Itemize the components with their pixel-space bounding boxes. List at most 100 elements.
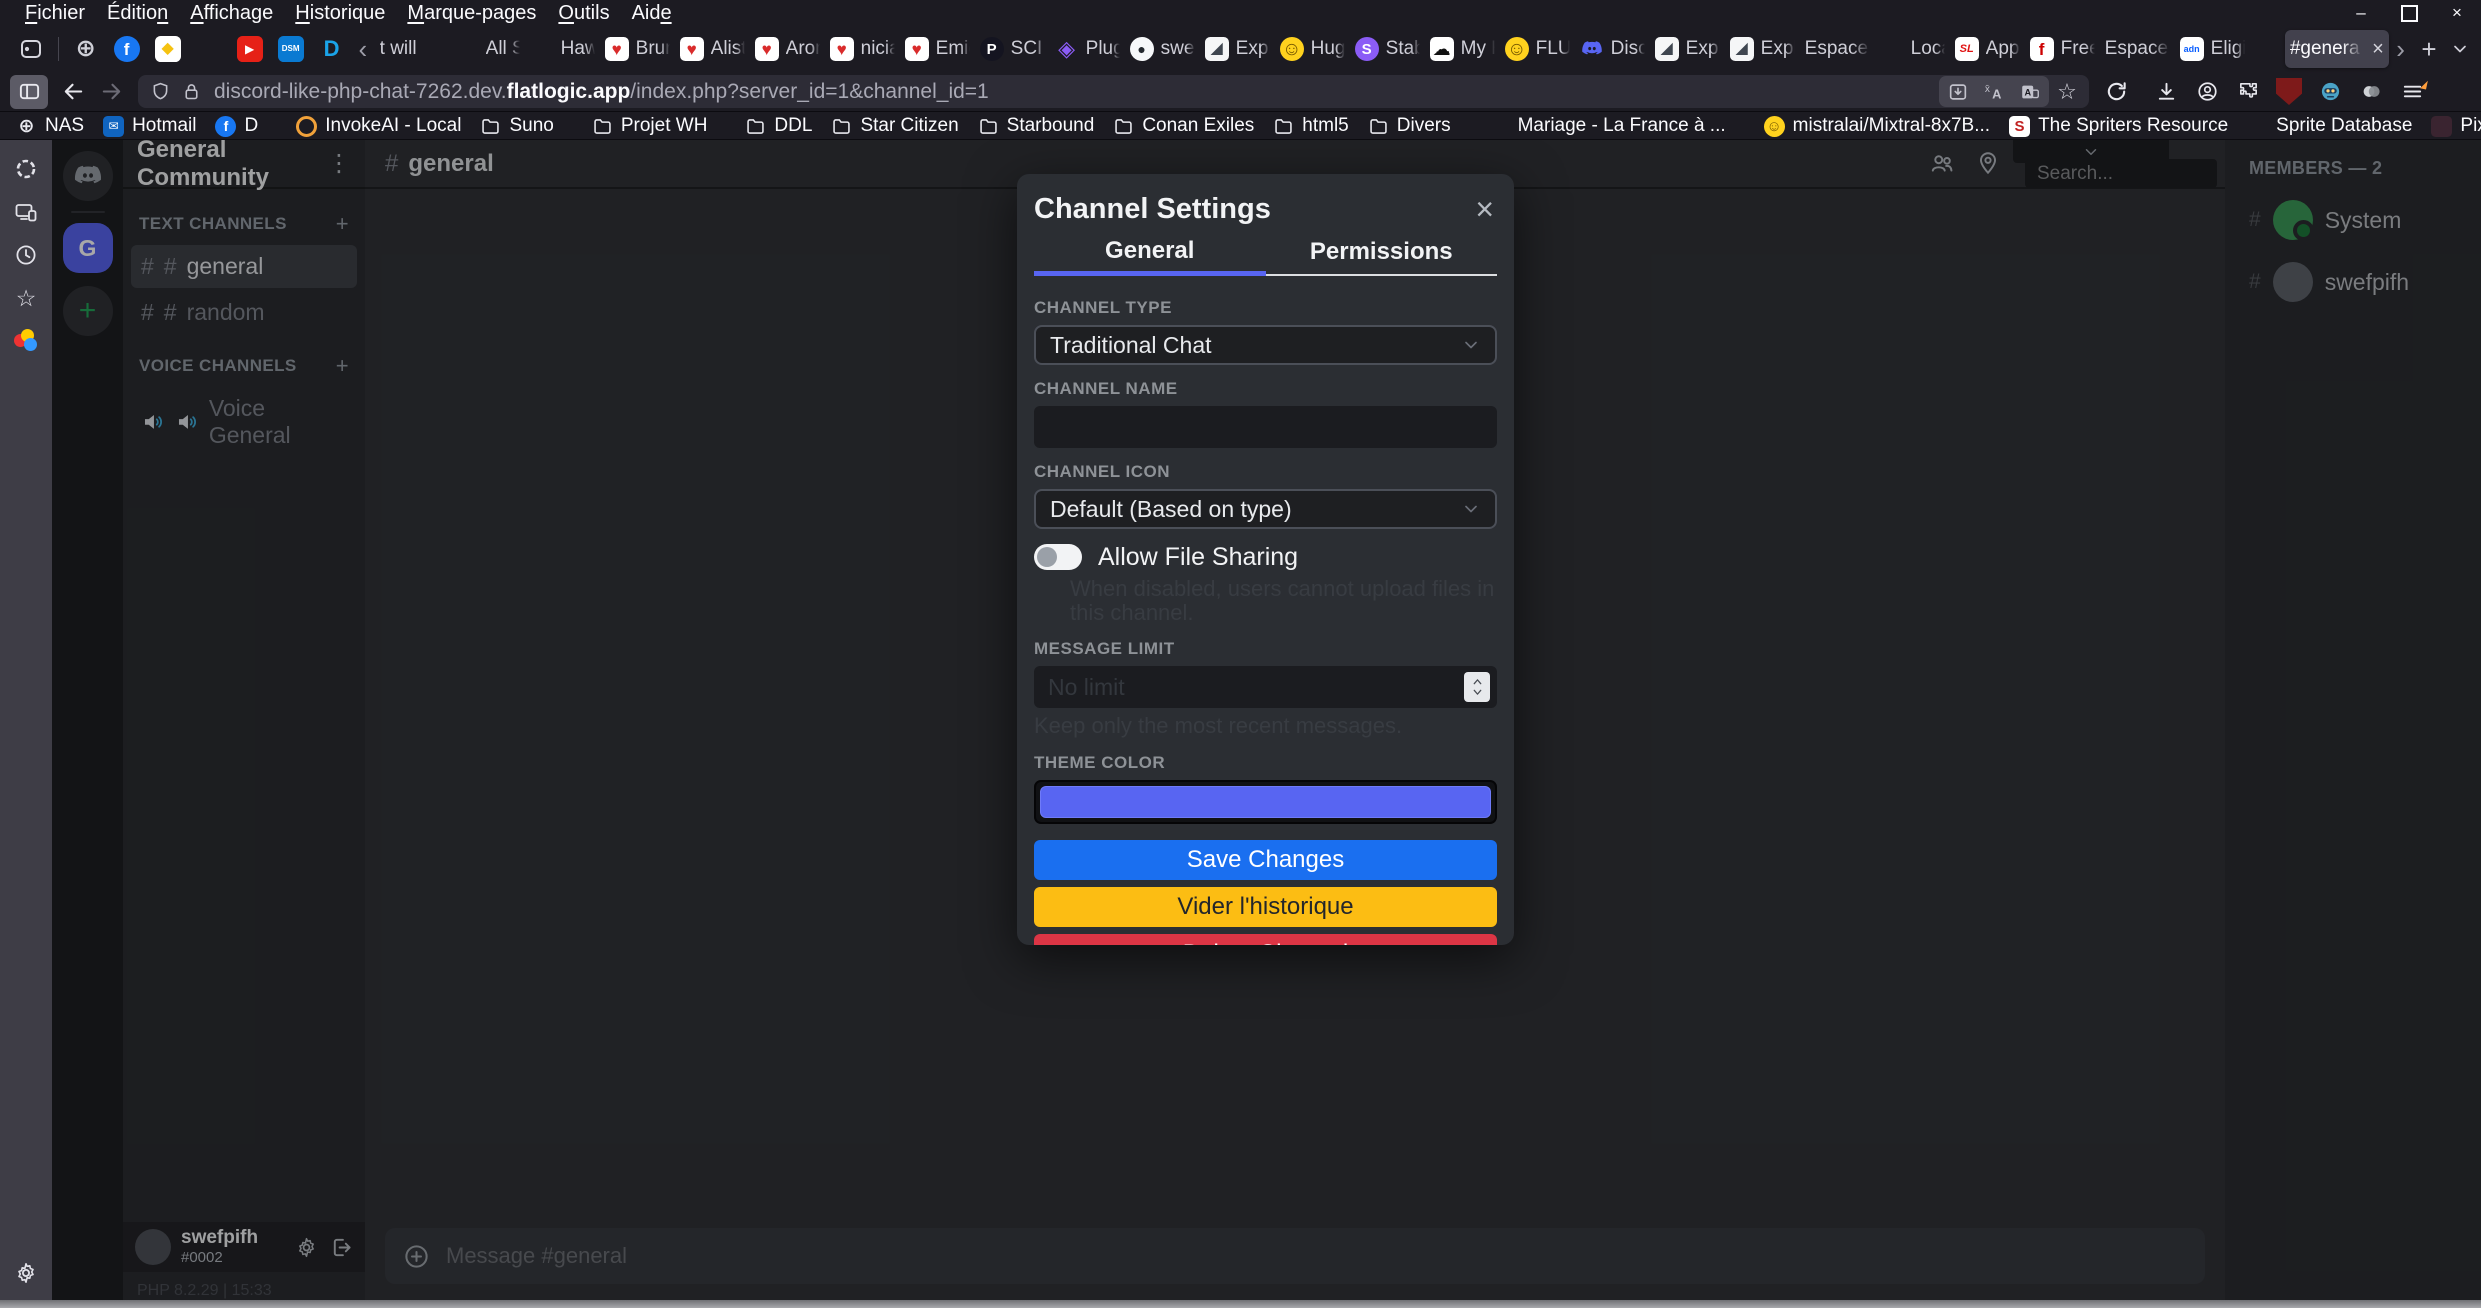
menu-item-dition[interactable]: Édition	[96, 2, 179, 25]
clear-history-button[interactable]: Vider l'historique	[1034, 887, 1497, 927]
bot-extension-icon[interactable]	[2311, 75, 2349, 109]
bookmark-item[interactable]: ☺mistralai/Mixtral-8x7B...	[1764, 115, 1990, 137]
close-tab-icon[interactable]: ×	[2372, 38, 2384, 61]
downloads-icon[interactable]	[2147, 75, 2185, 109]
menu-item-historique[interactable]: Historique	[284, 2, 396, 25]
channel-type-select[interactable]: Traditional Chat	[1034, 325, 1497, 365]
bookmark-item[interactable]: DDL	[745, 115, 812, 137]
browser-tab[interactable]: ☺Huggi	[1275, 30, 1350, 68]
browser-tab[interactable]: ♥Alister	[675, 30, 750, 68]
browser-tab[interactable]: ☺FLUX.2	[1500, 30, 1575, 68]
forward-button[interactable]	[92, 75, 130, 109]
theme-color-input[interactable]	[1034, 780, 1497, 824]
browser-tab[interactable]: ☁My Ha	[1425, 30, 1500, 68]
ublock-origin-icon[interactable]	[2270, 75, 2308, 109]
bookmark-item[interactable]: Conan Exiles	[1113, 115, 1254, 137]
minimize-button[interactable]: –	[2337, 0, 2385, 26]
settings-gear-icon[interactable]	[13, 1260, 39, 1286]
bookmark-item[interactable]: ✉Hotmail	[103, 115, 196, 137]
browser-tab[interactable]: PSCI RE	[975, 30, 1050, 68]
browser-tab[interactable]: ◢Explor	[1200, 30, 1275, 68]
pinned-tab[interactable]: ◆	[148, 30, 187, 68]
browser-tab[interactable]: Discor	[1575, 30, 1650, 68]
synced-tabs-icon[interactable]	[13, 199, 39, 225]
new-tab-button[interactable]: +	[2412, 32, 2445, 66]
number-spinner[interactable]	[1464, 672, 1490, 702]
browser-tab[interactable]: Hawai	[525, 30, 600, 68]
spinner-down-icon[interactable]	[1471, 687, 1484, 698]
reload-button[interactable]	[2097, 75, 2135, 109]
bookmark-item[interactable]: html5	[1273, 115, 1348, 137]
list-tabs-button[interactable]	[2446, 32, 2475, 66]
bookmarks-star-icon[interactable]: ☆	[13, 285, 39, 311]
bookmark-item[interactable]: PixelPlush Studio - Pix...	[2431, 115, 2481, 137]
tab-permissions[interactable]: Permissions	[1266, 230, 1498, 276]
bookmark-item[interactable]: fD	[215, 115, 258, 137]
bookmark-item[interactable]: Divers	[1368, 115, 1451, 137]
bookmark-item[interactable]: Projet WH	[592, 115, 708, 137]
active-tab[interactable]: #genera ×	[2285, 30, 2389, 68]
dictionary-icon[interactable]: A	[2013, 77, 2047, 106]
browser-tab[interactable]: SLAppar	[1950, 30, 2025, 68]
bookmark-item[interactable]: InvokeAI - Local	[296, 115, 461, 137]
delete-channel-button[interactable]: Delete Channel	[1034, 934, 1497, 945]
lock-icon[interactable]	[181, 81, 202, 102]
close-icon[interactable]: ×	[1475, 193, 1494, 225]
close-window-button[interactable]: ×	[2433, 0, 2481, 26]
channel-icon-select[interactable]: Default (Based on type)	[1034, 489, 1497, 529]
menu-item-outils[interactable]: Outils	[547, 2, 620, 25]
pinned-tab[interactable]: DSM	[271, 30, 310, 68]
message-limit-input[interactable]	[1034, 666, 1497, 708]
scroll-tabs-left-button[interactable]: ‹	[351, 30, 375, 68]
spinner-up-icon[interactable]	[1471, 676, 1484, 687]
browser-tab[interactable]: ♥nicia	[825, 30, 900, 68]
save-page-icon[interactable]	[1941, 77, 1975, 106]
browser-tab[interactable]: Espace clie	[1800, 30, 1875, 68]
containers-icon[interactable]	[2352, 75, 2390, 109]
pinned-tab[interactable]: ⊕	[66, 30, 105, 68]
menu-item-aide[interactable]: Aide	[621, 2, 683, 25]
browser-tab[interactable]: adnEligibi	[2175, 30, 2250, 68]
browser-tab[interactable]: ♥Emie0	[900, 30, 975, 68]
url-bar[interactable]: discord-like-php-chat-7262.dev.flatlogic…	[138, 75, 2089, 108]
tab-general[interactable]: General	[1034, 230, 1266, 276]
bookmark-item[interactable]: Star Citizen	[831, 115, 958, 137]
browser-tab[interactable]: Espace abo	[2100, 30, 2175, 68]
scroll-tabs-right-button[interactable]: ›	[2389, 30, 2413, 68]
pinned-tab[interactable]: ▶	[230, 30, 269, 68]
channel-name-input[interactable]	[1034, 406, 1497, 448]
browser-tab[interactable]: ◢Explor	[1725, 30, 1800, 68]
shield-icon[interactable]	[150, 81, 171, 102]
menu-icon[interactable]	[2393, 75, 2431, 109]
browser-tab[interactable]: SStable	[1350, 30, 1425, 68]
pinned-tab[interactable]	[189, 30, 228, 68]
bookmark-item[interactable]: ⊕NAS	[16, 115, 84, 137]
extensions-palette-icon[interactable]	[13, 328, 39, 354]
bookmark-item[interactable]: SThe Spriters Resource	[2009, 115, 2228, 137]
save-changes-button[interactable]: Save Changes	[1034, 840, 1497, 880]
bookmark-star-icon[interactable]: ☆	[2049, 77, 2085, 107]
ai-chatbot-icon[interactable]	[13, 156, 39, 182]
back-button[interactable]	[54, 75, 92, 109]
sidebar-toggle-button[interactable]	[10, 75, 48, 109]
browser-tab[interactable]: t will	[375, 30, 450, 68]
browser-tab[interactable]: ◢Explor	[1650, 30, 1725, 68]
browser-tab[interactable]: ♥Aromy	[750, 30, 825, 68]
browser-tab[interactable]: ♥Bruni2	[600, 30, 675, 68]
bookmark-item[interactable]: Mariage - La France à ...	[1489, 115, 1726, 137]
file-sharing-toggle[interactable]	[1034, 544, 1082, 570]
bookmark-item[interactable]: Suno	[480, 115, 553, 137]
extensions-icon[interactable]	[2229, 75, 2267, 109]
pinned-tab[interactable]: f	[107, 30, 146, 68]
menu-item-fichier[interactable]: Fichier	[14, 2, 96, 25]
browser-tab[interactable]: All Siz	[450, 30, 525, 68]
bookmark-item[interactable]: Starbound	[978, 115, 1095, 137]
menu-item-marquepages[interactable]: Marque-pages	[396, 2, 547, 25]
bookmark-item[interactable]: Sprite Database	[2247, 115, 2412, 137]
browser-tab[interactable]: Locati	[1875, 30, 1950, 68]
browser-tab[interactable]: ◈Plugin	[1050, 30, 1125, 68]
browser-tab[interactable]: fFree :	[2025, 30, 2100, 68]
account-icon[interactable]	[2188, 75, 2226, 109]
menu-item-affichage[interactable]: Affichage	[179, 2, 284, 25]
firefox-view-button[interactable]	[10, 31, 51, 67]
